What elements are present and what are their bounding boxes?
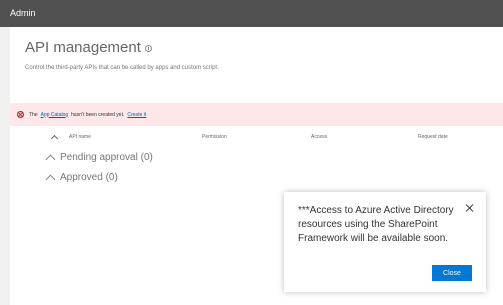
page-title-container: API management	[25, 39, 152, 56]
chevron-up-icon	[45, 154, 56, 164]
column-header-request-date[interactable]: Request date	[418, 134, 448, 140]
table-header: API name Permission Access Request date	[10, 130, 503, 144]
group-approved[interactable]: Approved (0)	[45, 169, 118, 185]
dialog-message: ***Access to Azure Active Directory reso…	[298, 205, 454, 244]
page-title: API management	[25, 39, 141, 56]
error-icon	[17, 111, 24, 118]
chevron-up-icon	[45, 174, 56, 184]
column-header-access[interactable]: Access	[311, 134, 327, 140]
close-icon[interactable]	[465, 203, 475, 213]
collapse-all-icon[interactable]	[50, 134, 59, 143]
column-header-permission[interactable]: Permission	[202, 134, 227, 140]
error-text-before: The	[29, 111, 38, 118]
app-catalog-link[interactable]: App Catalog	[41, 112, 69, 118]
group-label: Pending approval (0)	[60, 151, 153, 163]
info-icon[interactable]	[144, 45, 152, 52]
error-text-middle: hasn't been created yet.	[71, 111, 125, 118]
error-message-bar: The App Catalog hasn't been created yet.…	[10, 103, 503, 126]
top-bar: Admin	[0, 0, 503, 27]
group-label: Approved (0)	[60, 171, 118, 183]
close-button[interactable]: Close	[432, 265, 472, 281]
column-header-api-name[interactable]: API name	[69, 134, 91, 140]
create-it-link[interactable]: Create it	[127, 112, 146, 118]
page-description: Control the third-party APIs that can be…	[25, 65, 219, 71]
notification-dialog: ***Access to Azure Active Directory reso…	[284, 192, 486, 292]
app-title: Admin	[10, 8, 36, 18]
group-pending-approval[interactable]: Pending approval (0)	[45, 149, 153, 165]
